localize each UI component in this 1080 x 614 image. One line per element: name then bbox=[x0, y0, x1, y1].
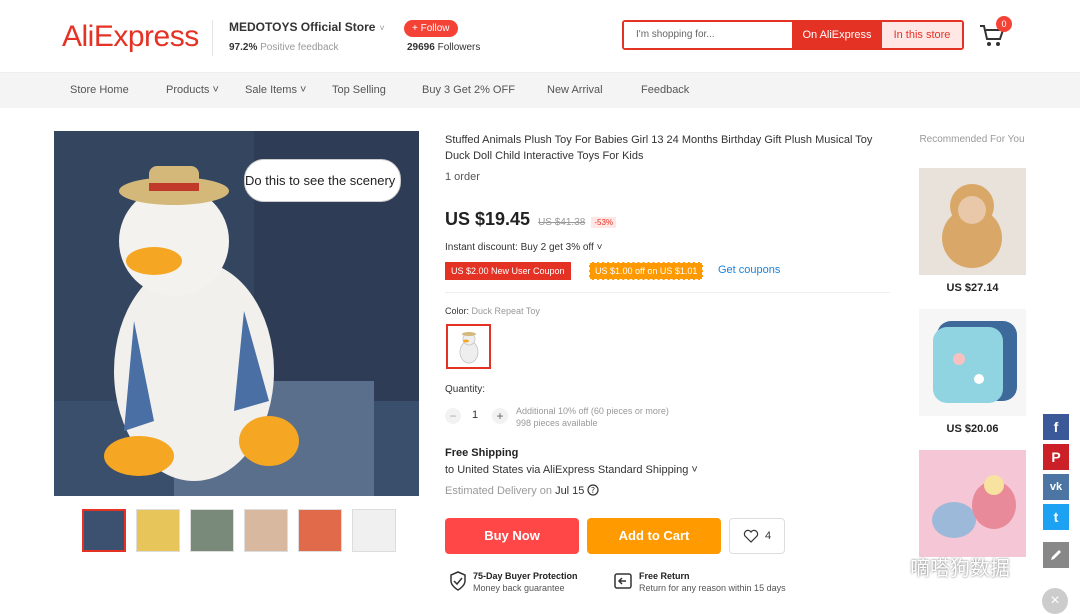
duck-thumbnail-icon bbox=[459, 331, 478, 363]
divider bbox=[445, 292, 890, 293]
wishlist-button[interactable]: 4 bbox=[729, 518, 785, 554]
estimated-delivery: Estimated Delivery on Jul 15 ? bbox=[445, 484, 600, 497]
qty-decrease-button[interactable]: − bbox=[445, 408, 461, 424]
qty-value[interactable]: 1 bbox=[472, 409, 478, 421]
watermark-text: 嘀嗒狗数据 bbox=[910, 557, 1010, 580]
free-return-title: Free Return bbox=[639, 571, 690, 581]
recommended-title: Recommended For You bbox=[919, 134, 1025, 145]
feedback-label: Positive feedback bbox=[260, 42, 339, 53]
qty-note: Additional 10% off (60 pieces or more) 9… bbox=[516, 405, 669, 429]
qty-increase-button[interactable]: + bbox=[492, 408, 508, 424]
search-bar: I'm shopping for... On AliExpress In thi… bbox=[622, 20, 964, 50]
recommended-price: US $20.06 bbox=[946, 423, 999, 435]
shield-icon bbox=[450, 571, 466, 591]
twitter-icon[interactable]: t bbox=[1043, 504, 1069, 530]
watermark: 嘀嗒狗数据 bbox=[866, 551, 1010, 581]
thumbnail-5[interactable] bbox=[298, 509, 342, 552]
est-date: Jul 15 bbox=[555, 485, 585, 497]
product-info: Stuffed Animals Plush Toy For Babies Gir… bbox=[445, 132, 895, 183]
new-user-coupon[interactable]: US $2.00 New User Coupon bbox=[445, 262, 571, 280]
recommended-item[interactable]: US $20.06 bbox=[919, 309, 1026, 435]
recommended-image[interactable] bbox=[919, 309, 1026, 416]
recommended-item[interactable] bbox=[919, 450, 1026, 564]
return-icon bbox=[614, 573, 632, 589]
search-in-store-button[interactable]: In this store bbox=[882, 22, 962, 48]
followers: 29696 Followers bbox=[407, 42, 480, 53]
thumbnail-strip bbox=[82, 509, 396, 552]
pinterest-icon[interactable]: P bbox=[1043, 444, 1069, 470]
quantity-label: Quantity: bbox=[445, 384, 486, 395]
store-nav: Store Home Products ˅ Sale Items ˅ Top S… bbox=[0, 72, 1080, 108]
discount-badge: -53% bbox=[591, 217, 617, 228]
shipping-destination[interactable]: to United States via AliExpress Standard… bbox=[445, 464, 698, 476]
recommended-image[interactable] bbox=[919, 168, 1026, 275]
thumbnail-6[interactable] bbox=[352, 509, 396, 552]
order-count: 1 order bbox=[445, 171, 480, 183]
instant-discount[interactable]: Instant discount: Buy 2 get 3% off ˅ bbox=[445, 242, 602, 253]
heart-icon bbox=[743, 529, 759, 543]
buyer-protection-sub: Money back guarantee bbox=[473, 583, 565, 593]
product-title: Stuffed Animals Plush Toy For Babies Gir… bbox=[445, 134, 873, 162]
get-coupons-link[interactable]: Get coupons bbox=[718, 264, 780, 276]
thumbnail-3[interactable] bbox=[190, 509, 234, 552]
chevron-down-icon[interactable]: ˅ bbox=[379, 23, 384, 33]
bulk-discount-note: Additional 10% off (60 pieces or more) bbox=[516, 406, 669, 416]
aliexpress-logo[interactable]: AliExpress bbox=[62, 20, 199, 54]
followers-count: 29696 bbox=[407, 42, 435, 53]
followers-label: Followers bbox=[437, 42, 481, 53]
buyer-protection: 75-Day Buyer Protection Money back guara… bbox=[449, 571, 578, 593]
thumbnail-2[interactable] bbox=[136, 509, 180, 552]
vk-icon[interactable]: vk bbox=[1043, 474, 1069, 500]
add-to-cart-button[interactable]: Add to Cart bbox=[587, 518, 721, 554]
nav-buy3[interactable]: Buy 3 Get 2% OFF bbox=[422, 84, 515, 96]
nav-sale-items[interactable]: Sale Items ˅ bbox=[245, 84, 306, 96]
wechat-icon bbox=[867, 553, 901, 579]
close-icon[interactable]: × bbox=[1042, 588, 1068, 614]
nav-feedback[interactable]: Feedback bbox=[641, 84, 689, 96]
color-label-text: Color: bbox=[445, 306, 470, 316]
est-label: Estimated Delivery on bbox=[445, 485, 552, 497]
color-value: Duck Repeat Toy bbox=[471, 306, 540, 316]
thumbnail-1[interactable] bbox=[82, 509, 126, 552]
svg-text:?: ? bbox=[591, 486, 595, 495]
edit-icon[interactable] bbox=[1043, 542, 1069, 568]
follow-button[interactable]: + Follow bbox=[404, 20, 458, 37]
recommended-image[interactable] bbox=[919, 450, 1026, 557]
nav-new-arrival[interactable]: New Arrival bbox=[547, 84, 603, 96]
nav-products[interactable]: Products ˅ bbox=[166, 84, 219, 96]
speech-bubble: Do this to see the scenery bbox=[244, 159, 401, 202]
help-icon[interactable]: ? bbox=[587, 484, 600, 496]
original-price: US $41.38 bbox=[538, 217, 586, 228]
store-name[interactable]: MEDOTOYS Official Store ˅ bbox=[229, 20, 385, 34]
nav-store-home[interactable]: Store Home bbox=[70, 84, 129, 96]
buyer-protection-title: 75-Day Buyer Protection bbox=[473, 571, 578, 581]
header: AliExpress MEDOTOYS Official Store ˅ 97.2… bbox=[0, 0, 1080, 72]
shipping-title: Free Shipping bbox=[445, 447, 519, 459]
color-label: Color: Duck Repeat Toy bbox=[445, 306, 540, 316]
store-coupon[interactable]: US $1.00 off on US $1.01 bbox=[589, 262, 704, 280]
wishlist-count: 4 bbox=[764, 530, 772, 542]
free-return: Free Return Return for any reason within… bbox=[613, 571, 786, 593]
cart-badge: 0 bbox=[996, 16, 1012, 32]
store-info: MEDOTOYS Official Store ˅ 97.2% Positive … bbox=[212, 20, 385, 56]
recommended-price: US $27.14 bbox=[946, 282, 999, 294]
feedback-percent: 97.2% bbox=[229, 42, 258, 53]
recommended-item[interactable]: US $27.14 bbox=[919, 168, 1026, 294]
store-feedback: 97.2% Positive feedback bbox=[229, 42, 385, 53]
facebook-icon[interactable]: f bbox=[1043, 414, 1069, 440]
buy-now-button[interactable]: Buy Now bbox=[445, 518, 579, 554]
price-row: US $19.45 US $41.38 -53% bbox=[445, 209, 617, 230]
current-price: US $19.45 bbox=[445, 209, 531, 229]
main-product-image[interactable]: Do this to see the scenery bbox=[54, 131, 419, 496]
thumbnail-4[interactable] bbox=[244, 509, 288, 552]
search-on-aliexpress-button[interactable]: On AliExpress bbox=[792, 22, 882, 48]
free-return-sub: Return for any reason within 15 days bbox=[639, 583, 786, 593]
stock-available: 998 pieces available bbox=[516, 418, 598, 428]
search-input[interactable]: I'm shopping for... bbox=[624, 22, 792, 48]
store-name-text[interactable]: MEDOTOYS Official Store bbox=[229, 20, 375, 34]
nav-top-selling[interactable]: Top Selling bbox=[332, 84, 386, 96]
color-swatch-duck[interactable] bbox=[446, 324, 491, 369]
